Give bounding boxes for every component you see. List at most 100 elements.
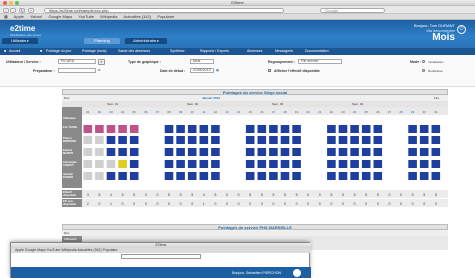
schedule-cell[interactable] (408, 125, 417, 133)
schedule-cell[interactable] (361, 136, 371, 144)
schedule-cell[interactable] (118, 125, 127, 133)
tab-utilisateur[interactable]: Utilisateur (2, 38, 38, 44)
schedule-cell[interactable] (106, 136, 116, 144)
schedule-cell[interactable] (419, 172, 429, 180)
schedule-cell[interactable] (187, 148, 197, 156)
schedule-cell[interactable] (257, 160, 267, 168)
schedule-cell[interactable] (419, 148, 429, 156)
utilisateur-select[interactable]: PICARD (58, 59, 96, 64)
schedule-cell[interactable] (385, 160, 394, 168)
schedule-cell[interactable] (211, 125, 220, 133)
schedule-cell[interactable] (118, 136, 127, 144)
schedule-cell[interactable] (350, 136, 359, 144)
schedule-cell[interactable] (187, 160, 197, 168)
schedule-cell[interactable] (385, 172, 394, 180)
schedule-cell[interactable] (431, 160, 441, 168)
user-name[interactable]: Thierry BERNARD (63, 137, 81, 143)
schedule-cell[interactable] (316, 160, 325, 168)
schedule-cell[interactable] (269, 172, 278, 180)
schedule-cell[interactable] (338, 125, 348, 133)
bookmark-add-button[interactable]: + (28, 7, 34, 13)
subnav-messagerie[interactable]: Messagerie (275, 48, 293, 55)
schedule-cell[interactable] (431, 125, 441, 133)
schedule-cell[interactable] (280, 172, 290, 180)
schedule-cell[interactable] (245, 172, 255, 180)
schedule-cell[interactable] (106, 148, 116, 156)
back-button[interactable]: ‹ (3, 7, 9, 13)
schedule-cell[interactable] (269, 160, 278, 168)
schedule-cell[interactable] (292, 160, 301, 168)
schedule-cell[interactable] (95, 136, 104, 144)
schedule-cell[interactable] (142, 160, 151, 168)
schedule-cell[interactable] (153, 136, 162, 144)
schedule-cell[interactable] (269, 148, 278, 156)
schedule-cell[interactable] (280, 160, 290, 168)
bookmark-item[interactable]: Google Maps (48, 14, 72, 19)
schedule-cell[interactable] (292, 172, 301, 180)
popup-url-field[interactable] (121, 254, 201, 259)
schedule-cell[interactable] (142, 125, 151, 133)
schedule-cell[interactable] (327, 125, 336, 133)
schedule-cell[interactable] (338, 148, 348, 156)
schedule-cell[interactable] (106, 125, 116, 133)
schedule-cell[interactable] (234, 136, 243, 144)
schedule-cell[interactable] (153, 160, 162, 168)
schedule-cell[interactable] (106, 160, 116, 168)
schedule-cell[interactable] (153, 148, 162, 156)
calendar-icon[interactable]: ▦ (216, 68, 219, 72)
schedule-cell[interactable] (83, 125, 93, 133)
schedule-cell[interactable] (257, 172, 267, 180)
schedule-cell[interactable] (304, 136, 313, 144)
tab-administrateur[interactable]: Administrateur (125, 38, 167, 44)
schedule-cell[interactable] (129, 148, 139, 156)
schedule-cell[interactable] (373, 148, 383, 156)
url-field[interactable]: https://e2time.net/sample/xxx.php (44, 7, 284, 13)
regroupement-select[interactable]: Par service (298, 59, 342, 64)
schedule-cell[interactable] (234, 160, 243, 168)
schedule-cell[interactable] (83, 160, 93, 168)
schedule-cell[interactable] (280, 148, 290, 156)
schedule-cell[interactable] (408, 160, 417, 168)
schedule-cell[interactable] (408, 148, 417, 156)
schedule-cell[interactable] (234, 148, 243, 156)
schedule-cell[interactable] (129, 160, 139, 168)
close-button[interactable] (3, 1, 7, 5)
subnav-documentation[interactable]: Documentation (305, 48, 329, 55)
bookmark-item[interactable]: Wikipedia (100, 14, 117, 19)
forward-button[interactable]: › (10, 7, 16, 13)
subnav-absences[interactable]: Absences (247, 48, 262, 55)
schedule-cell[interactable] (385, 148, 394, 156)
schedule-cell[interactable] (361, 160, 371, 168)
tab-planning[interactable]: Planning (84, 38, 120, 44)
schedule-cell[interactable] (234, 172, 243, 180)
schedule-cell[interactable] (223, 136, 232, 144)
user-name[interactable]: Christophe CHAPUT (63, 161, 81, 167)
subnav-saisie-absences[interactable]: Saisie des absences (118, 48, 150, 55)
schedule-cell[interactable] (269, 125, 278, 133)
schedule-cell[interactable] (211, 160, 220, 168)
schedule-cell[interactable] (338, 172, 348, 180)
schedule-cell[interactable] (304, 160, 313, 168)
reload-button[interactable]: ↻ (19, 7, 25, 13)
schedule-cell[interactable] (129, 172, 139, 180)
schedule-cell[interactable] (142, 136, 151, 144)
schedule-cell[interactable] (327, 148, 336, 156)
user-name[interactable]: Eric TESSE (63, 126, 81, 129)
schedule-cell[interactable] (397, 172, 406, 180)
schedule-cell[interactable] (199, 136, 209, 144)
schedule-cell[interactable] (408, 172, 417, 180)
schedule-cell[interactable] (338, 136, 348, 144)
schedule-cell[interactable] (304, 172, 313, 180)
bookmark-item[interactable]: Actualités (342) (123, 14, 151, 19)
schedule-cell[interactable] (431, 172, 441, 180)
schedule-cell[interactable] (245, 148, 255, 156)
schedule-cell[interactable] (211, 136, 220, 144)
schedule-cell[interactable] (292, 125, 301, 133)
schedule-cell[interactable] (176, 148, 185, 156)
schedule-cell[interactable] (257, 136, 267, 144)
schedule-cell[interactable] (129, 136, 139, 144)
schedule-cell[interactable] (327, 136, 336, 144)
schedule-cell[interactable] (419, 125, 429, 133)
schedule-cell[interactable] (397, 125, 406, 133)
search-button[interactable]: ⌕ (98, 58, 105, 65)
